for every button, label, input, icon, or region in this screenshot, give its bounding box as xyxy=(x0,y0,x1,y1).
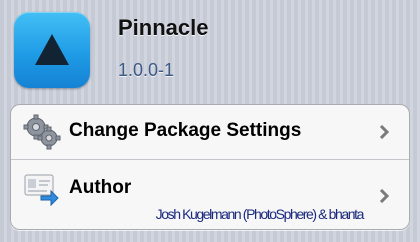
change-package-settings-label: Change Package Settings xyxy=(69,120,302,141)
author-cell[interactable]: Author Josh Kugelmann (PhotoSphere) & bh… xyxy=(11,160,409,229)
author-value: Josh Kugelmann (PhotoSphere) & bhanta xyxy=(155,206,365,222)
author-label: Author xyxy=(69,177,132,198)
app-icon xyxy=(14,12,90,88)
package-name: Pinnacle xyxy=(118,15,209,40)
change-package-settings-cell[interactable]: Change Package Settings xyxy=(11,105,409,160)
chevron-right-icon xyxy=(379,124,390,144)
package-version: 1.0.0-1 xyxy=(118,60,175,80)
chevron-right-icon xyxy=(379,188,390,208)
contact-card-icon xyxy=(23,172,59,211)
gears-icon xyxy=(23,114,61,155)
triangle-icon xyxy=(35,34,69,65)
package-actions-group: Change Package Settings Author Josh Kuge… xyxy=(10,104,410,230)
